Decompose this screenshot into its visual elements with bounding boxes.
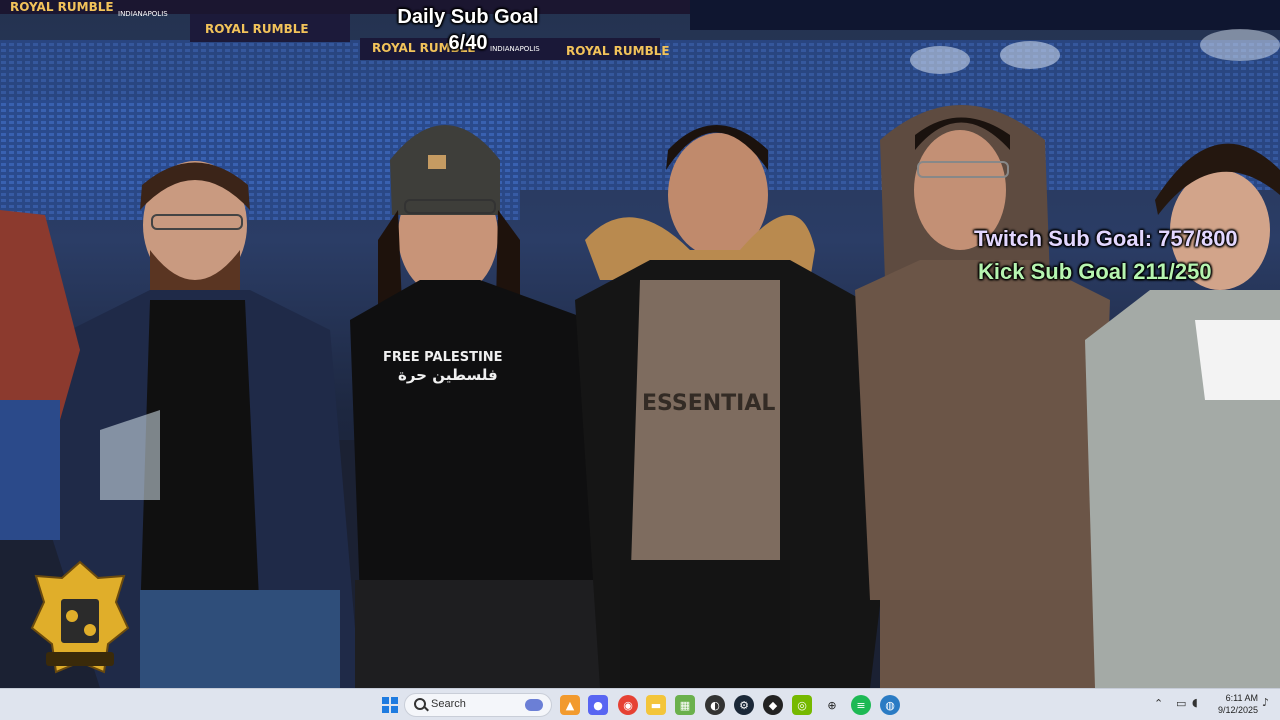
- discord-icon[interactable]: ●: [588, 695, 608, 715]
- volume-icon[interactable]: ◖: [1192, 696, 1198, 709]
- clock-date: 9/12/2025: [1217, 705, 1258, 715]
- shirt-text-arabic: فلسطين حرة: [398, 366, 498, 384]
- chevron-up-icon[interactable]: ⌃: [1154, 697, 1163, 710]
- desktop-wallpaper: ROYAL RUMBLE INDIANAPOLIS ROYAL RUMBLE I…: [0, 0, 1280, 688]
- daily-sub-goal-title: Daily Sub Goal: [397, 6, 539, 28]
- app-icon[interactable]: ◆: [763, 695, 783, 715]
- nvidia-icon[interactable]: ◎: [792, 695, 812, 715]
- crosshair-icon[interactable]: ⊕: [822, 695, 842, 715]
- network-icon[interactable]: ▭: [1176, 697, 1186, 710]
- taskbar: Search ▲ ● ◉ ▬ ▦ ◐ ⚙ ◆ ◎ ⊕ ≡ ◍ ⌃ ▭ ◖ 6:1…: [0, 688, 1280, 720]
- twitch-sub-goal: Twitch Sub Goal: 757/800: [974, 226, 1238, 251]
- shirt-text-free-palestine: FREE PALESTINE: [383, 350, 503, 365]
- search-placeholder: Search: [431, 698, 466, 710]
- globe-icon[interactable]: ◍: [880, 695, 900, 715]
- spotify-icon[interactable]: ≡: [851, 695, 871, 715]
- daily-sub-goal: Daily Sub Goal 6/40: [0, 4, 1280, 56]
- search-input[interactable]: Search: [404, 693, 552, 717]
- file-explorer-icon[interactable]: ▬: [646, 695, 666, 715]
- clock-time: 6:11 AM: [1225, 693, 1258, 703]
- copilot-icon: [525, 699, 543, 711]
- store-icon[interactable]: ▦: [675, 695, 695, 715]
- chrome-icon[interactable]: ◉: [618, 695, 638, 715]
- clock[interactable]: 6:11 AM 9/12/2025: [1206, 692, 1258, 716]
- shirt-text-essentials: ESSENTIAL: [642, 391, 775, 416]
- task-view-icon[interactable]: ▲: [560, 695, 580, 715]
- windows-start-icon[interactable]: [380, 695, 400, 715]
- search-icon: [414, 698, 426, 710]
- channel-logo: [30, 560, 130, 674]
- notification-bell-icon[interactable]: ♪: [1262, 696, 1269, 709]
- obs-icon[interactable]: ◐: [705, 695, 725, 715]
- arena-photo: ROYAL RUMBLE INDIANAPOLIS ROYAL RUMBLE I…: [0, 0, 1280, 688]
- kick-sub-goal: Kick Sub Goal 211/250: [978, 259, 1212, 284]
- daily-sub-goal-value: 6/40: [448, 32, 488, 54]
- steam-icon[interactable]: ⚙: [734, 695, 754, 715]
